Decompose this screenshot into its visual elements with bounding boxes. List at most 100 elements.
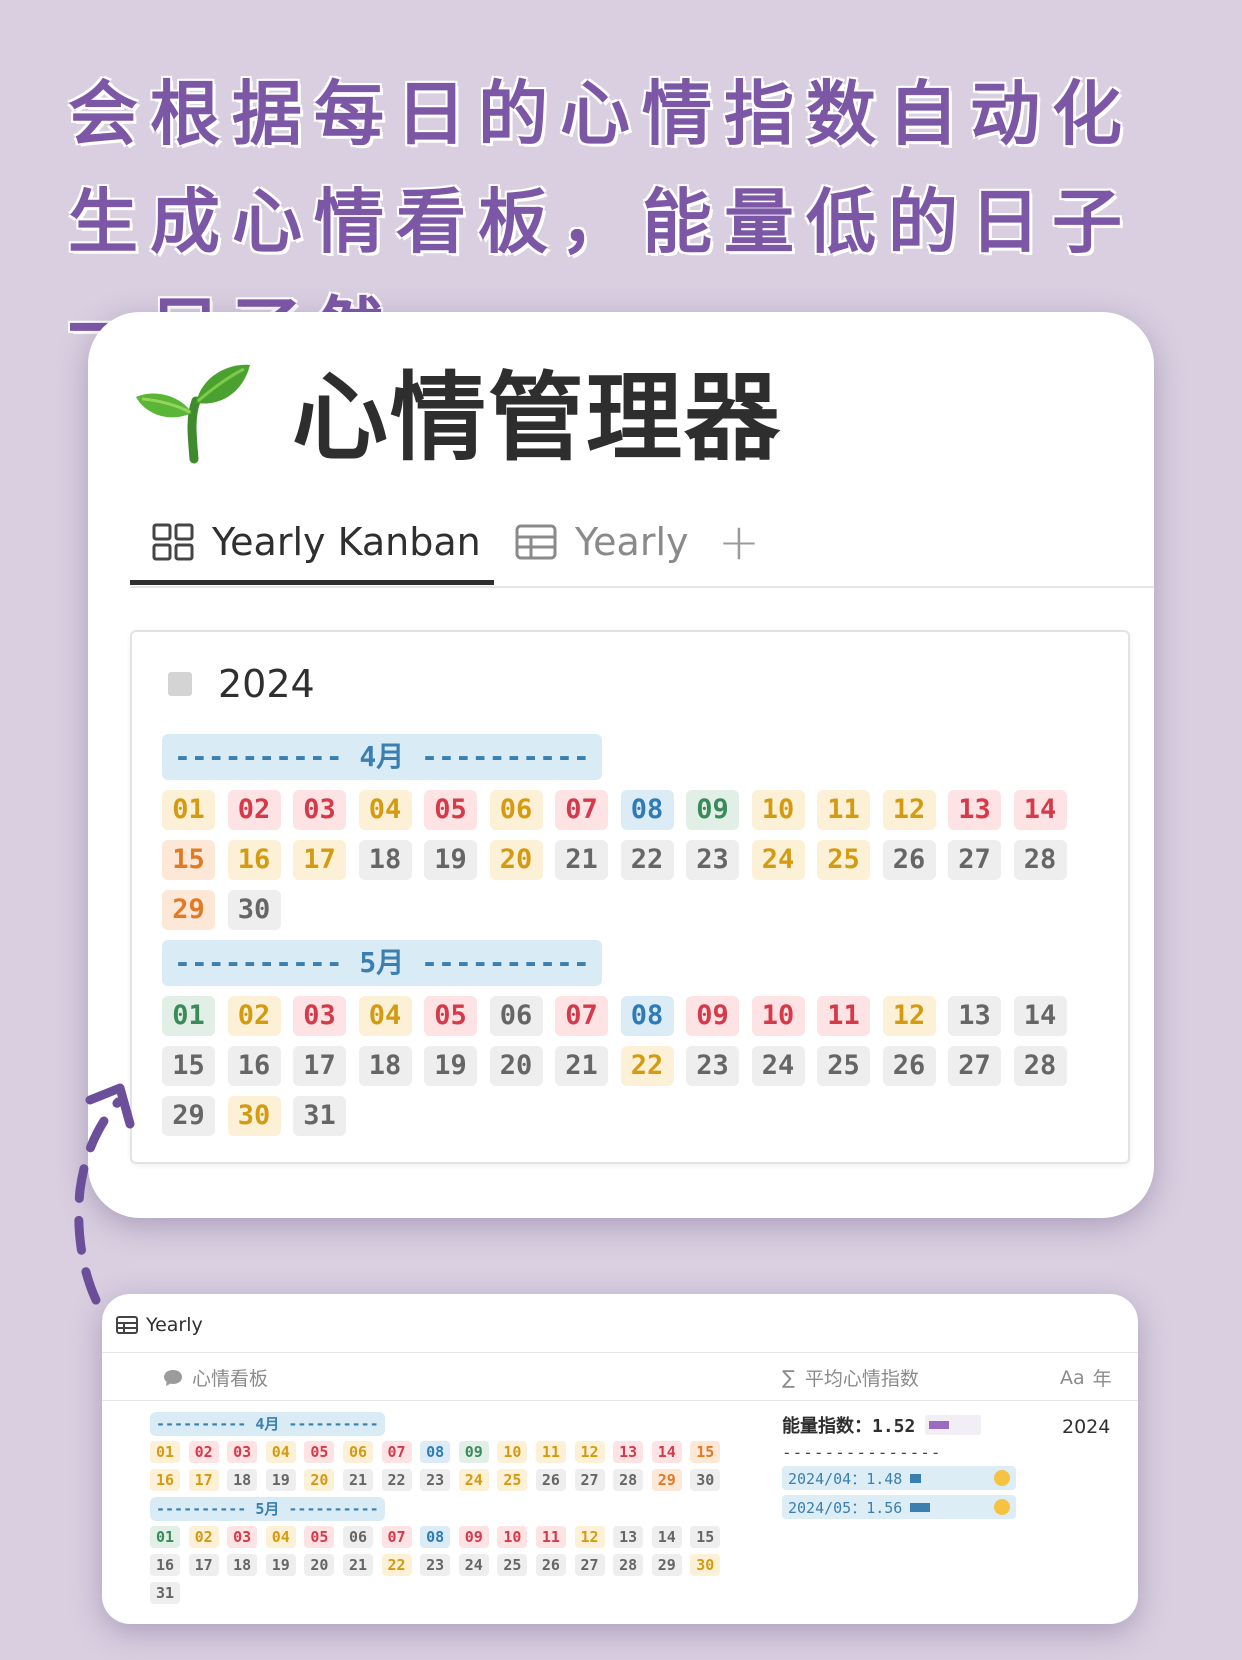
day-chip[interactable]: 21	[555, 840, 608, 880]
day-chip[interactable]: 12	[882, 996, 936, 1036]
day-chip[interactable]: 29	[651, 1469, 682, 1491]
day-chip[interactable]: 11	[817, 790, 870, 830]
day-chip[interactable]: 29	[162, 890, 215, 930]
day-chip[interactable]: 16	[227, 1046, 281, 1086]
day-chip[interactable]: 21	[342, 1554, 373, 1576]
day-chip[interactable]: 12	[882, 790, 936, 830]
day-chip[interactable]: 22	[620, 840, 674, 880]
day-chip[interactable]: 27	[948, 840, 1001, 880]
day-chip[interactable]: 10	[497, 1441, 528, 1463]
day-chip[interactable]: 28	[1013, 840, 1067, 880]
day-chip[interactable]: 06	[489, 996, 543, 1036]
day-chip[interactable]: 20	[304, 1469, 335, 1491]
day-chip[interactable]: 24	[458, 1469, 489, 1491]
day-chip[interactable]: 10	[751, 996, 805, 1036]
day-chip[interactable]: 01	[150, 1441, 180, 1463]
day-chip[interactable]: 26	[882, 1046, 936, 1086]
day-chip[interactable]: 04	[265, 1441, 296, 1463]
tab-yearly[interactable]: Yearly	[515, 500, 689, 584]
day-chip[interactable]: 15	[162, 840, 215, 880]
day-chip[interactable]: 08	[420, 1526, 451, 1548]
day-chip[interactable]: 20	[489, 1046, 543, 1086]
day-chip[interactable]: 19	[424, 840, 477, 880]
day-chip[interactable]: 17	[188, 1469, 219, 1491]
day-chip[interactable]: 19	[424, 1046, 477, 1086]
day-chip[interactable]: 14	[1013, 790, 1067, 830]
day-chip[interactable]: 15	[162, 1046, 215, 1086]
day-chip[interactable]: 05	[304, 1526, 335, 1548]
day-chip[interactable]: 22	[381, 1469, 412, 1491]
day-chip[interactable]: 25	[497, 1469, 528, 1491]
day-chip[interactable]: 11	[817, 996, 870, 1036]
day-chip[interactable]: 30	[690, 1554, 721, 1576]
day-chip[interactable]: 08	[620, 996, 674, 1036]
day-chip[interactable]: 26	[882, 840, 936, 880]
average-mood-cell[interactable]: 能量指数：1.52 --------------- 2024/04：1.48 2…	[782, 1410, 1016, 1524]
day-chip[interactable]: 13	[613, 1441, 644, 1463]
day-chip[interactable]: 31	[150, 1582, 180, 1604]
day-chip[interactable]: 31	[293, 1096, 346, 1136]
day-chip[interactable]: 25	[817, 840, 870, 880]
day-chip[interactable]: 02	[188, 1441, 219, 1463]
day-chip[interactable]: 17	[293, 1046, 346, 1086]
day-chip[interactable]: 16	[150, 1469, 180, 1491]
day-chip[interactable]: 28	[613, 1469, 644, 1491]
day-chip[interactable]: 22	[381, 1554, 412, 1576]
day-chip[interactable]: 23	[686, 840, 739, 880]
day-chip[interactable]: 23	[686, 1046, 739, 1086]
kanban-mood-board[interactable]: ---------- 4月 ---------- 01 02 03 04 05 06 07 08…	[162, 734, 1067, 1146]
day-chip[interactable]: 28	[613, 1554, 644, 1576]
day-chip[interactable]: 07	[555, 790, 608, 830]
add-view-button[interactable]: +	[718, 500, 760, 584]
day-chip[interactable]: 23	[420, 1469, 451, 1491]
day-chip[interactable]: 07	[381, 1526, 412, 1548]
day-chip[interactable]: 16	[227, 840, 281, 880]
column-header-mood-board[interactable]: 心情看板	[162, 1364, 268, 1391]
day-chip[interactable]: 12	[574, 1526, 605, 1548]
day-chip[interactable]: 25	[497, 1554, 528, 1576]
day-chip[interactable]: 24	[751, 840, 805, 880]
day-chip[interactable]: 15	[690, 1441, 721, 1463]
day-chip[interactable]: 01	[162, 996, 215, 1036]
day-chip[interactable]: 18	[227, 1469, 258, 1491]
day-chip[interactable]: 17	[293, 840, 346, 880]
day-chip[interactable]: 04	[358, 996, 412, 1036]
table-title[interactable]: Yearly	[116, 1314, 203, 1336]
day-chip[interactable]: 30	[227, 1096, 281, 1136]
day-chip[interactable]: 21	[555, 1046, 608, 1086]
day-chip[interactable]: 18	[358, 1046, 412, 1086]
day-chip[interactable]: 02	[227, 996, 281, 1036]
day-chip[interactable]: 22	[620, 1046, 674, 1086]
day-chip[interactable]: 14	[651, 1441, 682, 1463]
tab-yearly-kanban[interactable]: Yearly Kanban	[152, 500, 481, 584]
day-chip[interactable]: 29	[162, 1096, 215, 1136]
day-chip[interactable]: 08	[620, 790, 674, 830]
day-chip[interactable]: 20	[489, 840, 543, 880]
day-chip[interactable]: 26	[535, 1554, 566, 1576]
day-chip[interactable]: 18	[227, 1554, 258, 1576]
day-chip[interactable]: 19	[265, 1554, 296, 1576]
day-chip[interactable]: 27	[574, 1554, 605, 1576]
day-chip[interactable]: 06	[342, 1526, 373, 1548]
day-chip[interactable]: 19	[265, 1469, 296, 1491]
day-chip[interactable]: 16	[150, 1554, 180, 1576]
column-header-year[interactable]: Aa 年	[1060, 1364, 1112, 1391]
day-chip[interactable]: 10	[497, 1526, 528, 1548]
day-chip[interactable]: 07	[381, 1441, 412, 1463]
day-chip[interactable]: 05	[424, 996, 477, 1036]
day-chip[interactable]: 29	[651, 1554, 682, 1576]
day-chip[interactable]: 06	[342, 1441, 373, 1463]
day-chip[interactable]: 30	[690, 1469, 721, 1491]
day-chip[interactable]: 01	[162, 790, 215, 830]
day-chip[interactable]: 07	[555, 996, 608, 1036]
day-chip[interactable]: 11	[535, 1441, 566, 1463]
table-mood-board[interactable]: ---------- 4月 ---------- 01 02 03 04 05 06 07 08…	[150, 1412, 721, 1610]
day-chip[interactable]: 09	[686, 790, 739, 830]
day-chip[interactable]: 13	[613, 1526, 644, 1548]
day-chip[interactable]: 27	[948, 1046, 1001, 1086]
day-chip[interactable]: 05	[304, 1441, 335, 1463]
day-chip[interactable]: 03	[227, 1441, 258, 1463]
day-chip[interactable]: 14	[1013, 996, 1067, 1036]
day-chip[interactable]: 13	[948, 996, 1001, 1036]
day-chip[interactable]: 11	[535, 1526, 566, 1548]
